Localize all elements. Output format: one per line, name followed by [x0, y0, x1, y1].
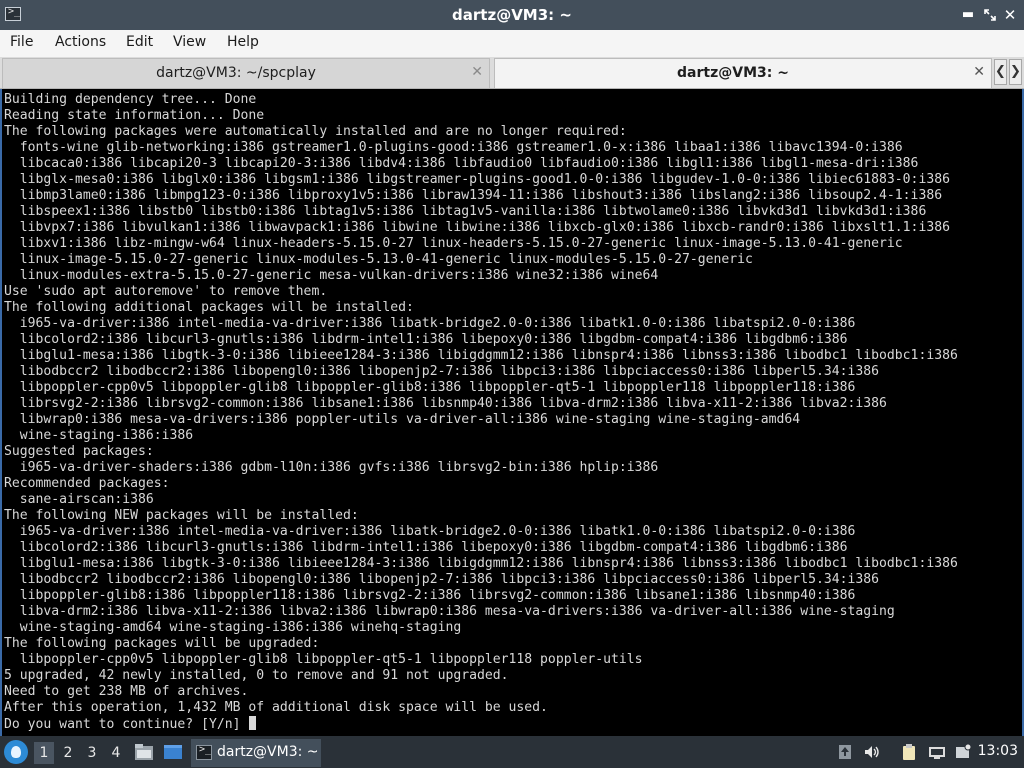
terminal-line: i965-va-driver:i386 intel-media-va-drive… — [4, 316, 856, 331]
terminal-line: libglu1-mesa:i386 libgtk-3-0:i386 libiee… — [4, 556, 958, 571]
workspace-2[interactable]: 2 — [58, 742, 78, 764]
workspace-1[interactable]: 1 — [34, 742, 54, 764]
tab-label: dartz@VM3: ~/spcplay — [156, 65, 316, 81]
terminal-icon: >_ — [196, 744, 212, 760]
terminal-line: libcaca0:i386 libcapi20-3 libcapi20-3:i3… — [4, 156, 919, 171]
terminal-line: linux-modules-extra-5.15.0-27-generic me… — [4, 268, 659, 283]
tab-scroll-right-icon[interactable]: ❯ — [1009, 59, 1022, 85]
terminal-line: The following packages were automaticall… — [4, 124, 627, 139]
terminal-line: Use 'sudo apt autoremove' to remove them… — [4, 284, 328, 299]
terminal-line: libodbccr2 libodbccr2:i386 libopengl0:i3… — [4, 364, 880, 379]
terminal-line: Reading state information... Done — [4, 108, 265, 123]
terminal-line: i965-va-driver:i386 intel-media-va-drive… — [4, 524, 856, 539]
tab-spcplay[interactable]: dartz@VM3: ~/spcplay ✕ — [2, 58, 490, 88]
workspace-4[interactable]: 4 — [106, 742, 126, 764]
terminal-line: libpoppler-cpp0v5 libpoppler-glib8 libpo… — [4, 652, 643, 667]
tab-close-icon[interactable]: ✕ — [973, 64, 985, 80]
terminal-line: wine-staging-i386:i386 — [4, 428, 194, 443]
terminal-line: The following packages will be upgraded: — [4, 636, 320, 651]
terminal-line: linux-image-5.15.0-27-generic linux-modu… — [4, 252, 753, 267]
menu-view[interactable]: View — [173, 34, 206, 50]
menu-file[interactable]: File — [10, 34, 33, 50]
start-menu-icon[interactable] — [4, 740, 28, 764]
terminal-line: Recommended packages: — [4, 476, 170, 491]
terminal-line: libva-drm2:i386 libva-x11-2:i386 libva2:… — [4, 604, 895, 619]
terminal-line: libvpx7:i386 libvulkan1:i386 libwavpack1… — [4, 220, 950, 235]
terminal-line: libcolord2:i386 libcurl3-gnutls:i386 lib… — [4, 332, 848, 347]
workspace-3[interactable]: 3 — [82, 742, 102, 764]
close-icon[interactable]: ✕ — [1000, 5, 1020, 25]
terminal-line: libodbccr2 libodbccr2:i386 libopengl0:i3… — [4, 572, 880, 587]
volume-icon[interactable] — [863, 743, 881, 761]
tab-scroll-left-icon[interactable]: ❮ — [994, 59, 1007, 85]
show-desktop-icon[interactable] — [163, 742, 183, 762]
tab-close-icon[interactable]: ✕ — [471, 64, 483, 80]
menu-actions[interactable]: Actions — [55, 34, 106, 50]
terminal-line: libspeex1:i386 libstb0 libstb0:i386 libt… — [4, 204, 927, 219]
menu-edit[interactable]: Edit — [126, 34, 153, 50]
terminal-line: libxv1:i386 libz-mingw-w64 linux-headers… — [4, 236, 903, 251]
terminal-line: 5 upgraded, 42 newly installed, 0 to rem… — [4, 668, 509, 683]
terminal-line: wine-staging-amd64 wine-staging-i386:i38… — [4, 620, 462, 635]
file-manager-icon[interactable] — [134, 742, 154, 762]
terminal-line: After this operation, 1,432 MB of additi… — [4, 700, 548, 715]
terminal-line: The following additional packages will b… — [4, 300, 414, 315]
terminal-line: libcolord2:i386 libcurl3-gnutls:i386 lib… — [4, 540, 848, 555]
terminal-line: fonts-wine glib-networking:i386 gstreame… — [4, 140, 903, 155]
clipboard-icon[interactable] — [900, 743, 918, 761]
terminal-line: sane-airscan:i386 — [4, 492, 154, 507]
upload-icon[interactable] — [836, 743, 854, 761]
tab-home[interactable]: dartz@VM3: ~ ✕ — [494, 58, 992, 88]
tab-label: dartz@VM3: ~ — [677, 65, 789, 81]
terminal-line: libpoppler-glib8:i386 libpoppler118:i386… — [4, 588, 856, 603]
menu-help[interactable]: Help — [227, 34, 259, 50]
network-icon[interactable] — [928, 743, 946, 761]
notification-icon[interactable] — [954, 743, 972, 761]
tab-bar: dartz@VM3: ~/spcplay ✕ dartz@VM3: ~ ✕ ❮ … — [0, 57, 1024, 89]
terminal-line: The following NEW packages will be insta… — [4, 508, 359, 523]
taskbar-terminal-button[interactable]: >_ dartz@VM3: ~ — [191, 739, 321, 767]
window-titlebar[interactable]: >_ dartz@VM3: ~ ▬ ✕ — [0, 0, 1024, 30]
terminal-line: libpoppler-cpp0v5 libpoppler-glib8 libpo… — [4, 380, 856, 395]
clock[interactable]: 13:03 — [978, 743, 1018, 759]
terminal-line: Need to get 238 MB of archives. — [4, 684, 249, 699]
terminal-line: libmp3lame0:i386 libmpg123-0:i386 libpro… — [4, 188, 943, 203]
minimize-icon[interactable]: ▬ — [958, 5, 978, 25]
terminal-line: librsvg2-2:i386 librsvg2-common:i386 lib… — [4, 396, 887, 411]
terminal-line: libglu1-mesa:i386 libgtk-3-0:i386 libiee… — [4, 348, 958, 363]
menu-bar: File Actions Edit View Help — [0, 30, 1024, 57]
terminal-line: i965-va-driver-shaders:i386 gdbm-l10n:i3… — [4, 460, 659, 475]
terminal-cursor — [249, 716, 257, 730]
task-label: dartz@VM3: ~ — [217, 744, 319, 760]
taskbar: 1 2 3 4 >_ dartz@VM3: ~ 13:03 — [0, 736, 1024, 768]
terminal-output[interactable]: Building dependency tree... Done Reading … — [0, 89, 1024, 736]
terminal-line: Suggested packages: — [4, 444, 154, 459]
window-title: dartz@VM3: ~ — [452, 6, 572, 24]
maximize-icon[interactable] — [980, 5, 1000, 25]
terminal-line: Do you want to continue? [Y/n] — [4, 716, 257, 732]
terminal-line: libwrap0:i386 mesa-va-drivers:i386 poppl… — [4, 412, 801, 427]
terminal-line: libglx-mesa0:i386 libglx0:i386 libgsm1:i… — [4, 172, 950, 187]
terminal-line: Building dependency tree... Done — [4, 92, 257, 107]
